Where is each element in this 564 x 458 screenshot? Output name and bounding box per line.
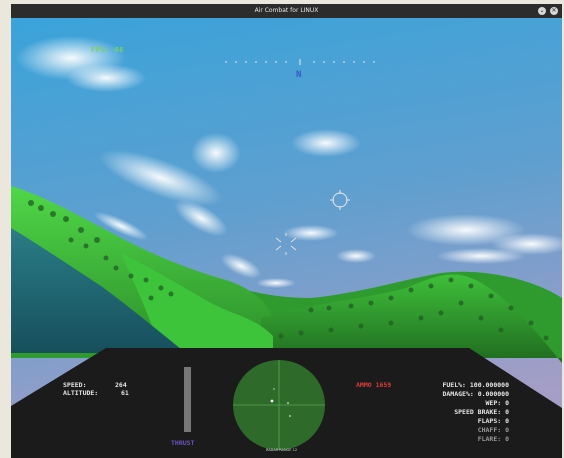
- radar-scope: [233, 360, 325, 450]
- fps-counter: FPS: 66: [91, 46, 125, 54]
- altitude-value: 61: [121, 389, 129, 397]
- thrust-bar: [184, 367, 191, 432]
- speed-brake-readout: SPEED BRAKE: 0: [454, 408, 509, 416]
- chaff-readout: CHAFF: 0: [477, 426, 509, 434]
- game-window: Air Combat for LINUX ⌄ ✕ FPS: 66 N SPEED…: [11, 4, 562, 458]
- flight-viewport[interactable]: FPS: 66 N SPEED: 264 ALTITUDE: 61 THRUST…: [11, 18, 562, 458]
- ammo-counter: AMMO 1659: [356, 381, 392, 389]
- damage-readout: DAMAGE%: 0.000000: [442, 390, 509, 398]
- radar-range-label: RADAR RANGE 12: [266, 448, 298, 452]
- flare-readout: FLARE: 0: [477, 435, 509, 443]
- fuel-readout: FUEL%: 100.000000: [442, 381, 509, 389]
- window-titlebar[interactable]: Air Combat for LINUX ⌄ ✕: [11, 4, 562, 18]
- altitude-label: ALTITUDE:: [63, 389, 99, 397]
- thrust-label: THRUST: [171, 439, 195, 447]
- speed-value: 264: [115, 381, 127, 389]
- window-title: Air Combat for LINUX: [254, 7, 319, 14]
- wep-readout: WEP: 0: [485, 399, 509, 407]
- close-icon[interactable]: ✕: [550, 7, 558, 15]
- compass-heading: N: [296, 70, 302, 80]
- speed-label: SPEED:: [63, 381, 87, 389]
- flaps-readout: FLAPS: 0: [477, 417, 509, 425]
- minimize-icon[interactable]: ⌄: [538, 7, 546, 15]
